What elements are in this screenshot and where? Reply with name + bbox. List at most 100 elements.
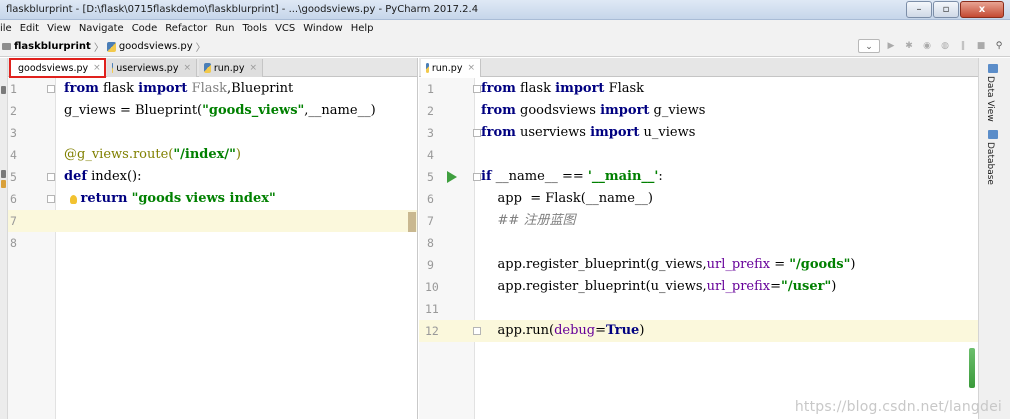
code-line: 1 from flask import Flask [419, 78, 978, 100]
minimize-button[interactable]: – [906, 1, 932, 18]
line-number: 5 [10, 170, 17, 184]
run-toolbar: ⌄ ▶ ✱ ◉ ◍ ‖ ■ ⚲ [858, 39, 1006, 53]
python-file-icon [112, 63, 114, 73]
line-number: 5 [427, 170, 434, 184]
restore-button[interactable]: ▫ [933, 1, 959, 18]
line-number: 4 [10, 148, 17, 162]
debug-icon[interactable]: ✱ [902, 39, 916, 53]
menu-bar: ile Edit View Navigate Code Refactor Run… [0, 20, 1010, 37]
code-editor[interactable]: 1 from flask import Flask 2 from goodsvi… [419, 78, 978, 419]
window-controls: – ▫ x [906, 1, 1004, 18]
tab-label: goodsviews.py [18, 62, 89, 74]
tab-userviews[interactable]: userviews.py × [107, 59, 197, 77]
close-tab-icon[interactable]: × [183, 63, 191, 73]
close-tab-icon[interactable]: × [467, 63, 475, 73]
line-number: 7 [10, 214, 17, 228]
code-line: 7 ## 注册蓝图 [419, 210, 978, 232]
line-number: 8 [427, 236, 434, 250]
code-text: @g_views.route("/index/") [64, 147, 241, 162]
coverage-icon[interactable]: ◉ [920, 39, 934, 53]
search-icon[interactable]: ⚲ [992, 39, 1006, 53]
code-text: app.run(debug=True) [481, 323, 645, 338]
fold-marker-icon[interactable] [47, 195, 55, 203]
breadcrumb-file[interactable]: goodsviews.py [106, 41, 193, 52]
menu-refactor[interactable]: Refactor [161, 23, 211, 34]
code-text: app.register_blueprint(g_views,url_prefi… [481, 257, 856, 272]
window-title: flaskblurprint - [D:\flask\0715flaskdemo… [6, 4, 479, 15]
breadcrumb-project[interactable]: flaskblurprint [2, 41, 91, 52]
line-number: 2 [10, 104, 17, 118]
close-tab-icon[interactable]: × [249, 63, 257, 73]
line-number: 4 [427, 148, 434, 162]
code-text: return "goods views index" [80, 191, 276, 206]
title-bar: flaskblurprint - [D:\flask\0715flaskdemo… [0, 0, 1010, 20]
folder-icon [2, 43, 11, 50]
menu-file[interactable]: ile [0, 23, 16, 34]
code-line: 5 if __name__ == '__main__': [419, 166, 978, 188]
code-line: 4 [419, 144, 978, 166]
menu-help[interactable]: Help [347, 23, 378, 34]
code-line: 10 app.register_blueprint(u_views,url_pr… [419, 276, 978, 298]
pause-icon[interactable]: ‖ [956, 39, 970, 53]
code-text: from flask import Flask [481, 81, 645, 96]
code-text: from goodsviews import g_views [481, 103, 706, 118]
scrollbar-thumb[interactable] [969, 348, 975, 388]
profile-icon[interactable]: ◍ [938, 39, 952, 53]
left-tab-bar: goodsviews.py × userviews.py × run.py × [8, 58, 417, 78]
line-number: 10 [425, 280, 439, 294]
data-view-icon [988, 64, 998, 73]
menu-window[interactable]: Window [299, 23, 346, 34]
project-tool-icon[interactable] [1, 86, 6, 94]
fold-marker-icon[interactable] [473, 173, 481, 181]
close-tab-icon[interactable]: × [93, 63, 101, 73]
menu-tools[interactable]: Tools [238, 23, 271, 34]
breadcrumb-file-label: goodsviews.py [118, 41, 193, 52]
current-line: 7 [8, 210, 417, 232]
line-number: 6 [10, 192, 17, 206]
run-gutter-icon[interactable] [447, 171, 457, 183]
menu-run[interactable]: Run [211, 23, 238, 34]
run-config-dropdown[interactable]: ⌄ [858, 39, 880, 53]
code-text: from flask import Flask,Blueprint [64, 81, 294, 96]
fold-marker-icon[interactable] [47, 85, 55, 93]
code-line: 5 def index(): [8, 166, 417, 188]
line-number: 1 [10, 82, 17, 96]
tab-run[interactable]: run.py × [199, 59, 263, 77]
menu-vcs[interactable]: VCS [271, 23, 299, 34]
right-tab-bar: run.py × [419, 58, 978, 77]
tab-run[interactable]: run.py × [421, 59, 481, 77]
menu-view[interactable]: View [43, 23, 75, 34]
right-tool-strip: Data View Database [978, 58, 1010, 419]
line-number: 11 [425, 302, 439, 316]
stop-icon[interactable]: ■ [974, 39, 988, 53]
tab-goodsviews[interactable]: goodsviews.py × [9, 58, 106, 78]
close-button[interactable]: x [960, 1, 1004, 18]
fold-marker-icon[interactable] [47, 173, 55, 181]
tab-label: run.py [431, 62, 463, 74]
code-line: 3 from userviews import u_views [419, 122, 978, 144]
code-text: if __name__ == '__main__': [481, 169, 663, 184]
tab-label: userviews.py [116, 62, 179, 74]
fold-marker-icon[interactable] [473, 129, 481, 137]
code-line: 6 return "goods views index" [8, 188, 417, 210]
fold-marker-icon[interactable] [473, 85, 481, 93]
fold-marker-icon[interactable] [473, 327, 481, 335]
code-line: 2 g_views = Blueprint("goods_views",__na… [8, 100, 417, 122]
menu-code[interactable]: Code [128, 23, 162, 34]
favorites-tool-icon[interactable] [1, 180, 6, 188]
code-line: 8 [8, 232, 417, 254]
structure-tool-icon[interactable] [1, 170, 6, 178]
data-view-tab[interactable]: Data View [985, 76, 995, 122]
scroll-position-marker[interactable] [408, 212, 416, 232]
line-number: 3 [10, 126, 17, 140]
code-line: 11 [419, 298, 978, 320]
run-icon[interactable]: ▶ [884, 39, 898, 53]
menu-edit[interactable]: Edit [16, 23, 43, 34]
code-text: g_views = Blueprint("goods_views",__name… [64, 103, 376, 118]
line-number: 1 [427, 82, 434, 96]
breadcrumb-project-label: flaskblurprint [14, 41, 91, 52]
navigation-bar: flaskblurprint 〉 goodsviews.py 〉 ⌄ ▶ ✱ ◉… [0, 37, 1010, 57]
menu-navigate[interactable]: Navigate [75, 23, 128, 34]
database-tab[interactable]: Database [985, 142, 995, 185]
code-editor[interactable]: 1 from flask import Flask,Blueprint 2 g_… [8, 78, 417, 419]
